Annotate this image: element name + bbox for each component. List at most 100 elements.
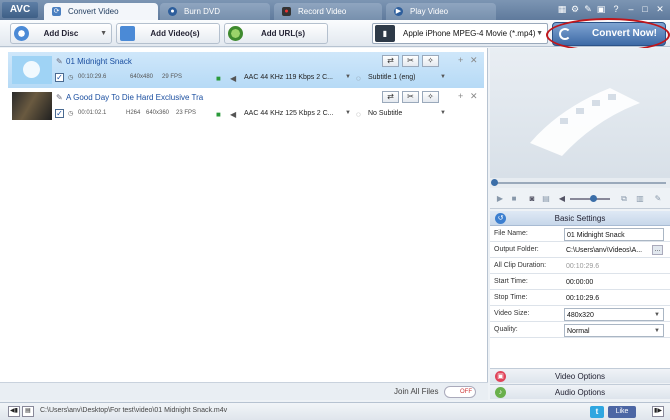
volume-knob[interactable] xyxy=(590,195,597,202)
scissors-icon[interactable]: ✂ xyxy=(402,55,419,67)
magic-wand-icon[interactable]: ✧ xyxy=(422,55,439,67)
setting-file-name: File Name: 01 Midnight Snack xyxy=(490,227,670,242)
speaker-icon: ◀ xyxy=(230,110,237,119)
snapshot-icon[interactable]: ⧉ xyxy=(618,193,630,205)
tab-play-video[interactable]: ▶ Play Video xyxy=(386,3,496,20)
facebook-like-button[interactable]: Like xyxy=(608,406,636,418)
folder-icon[interactable]: ▤ xyxy=(540,193,552,205)
status-bar: ◀▮ ▤ C:\Users\anv\Desktop\For test\video… xyxy=(0,402,670,420)
app-logo: AVC xyxy=(2,2,38,18)
wrench-icon[interactable]: ✎ xyxy=(583,4,593,15)
video-thumbnail xyxy=(12,56,52,84)
stop-icon[interactable]: ■ xyxy=(508,193,520,205)
subtitle-icon: ◌ xyxy=(356,110,361,119)
setting-stop-time: Stop Time: 00:10:29.6 xyxy=(490,291,670,306)
merge-icon[interactable]: ⇄ xyxy=(382,55,399,67)
wrench-icon[interactable]: ✎ xyxy=(652,193,664,205)
clock-icon: ◷ xyxy=(68,75,74,81)
file-resolution: 640x480 xyxy=(130,74,154,80)
join-all-files-label: Join All Files xyxy=(394,387,439,396)
setting-all-clip-duration: All Clip Duration: 00:10:29.6 xyxy=(490,259,670,274)
file-fps: 23 FPS xyxy=(176,110,197,116)
record-icon: ● xyxy=(282,7,291,16)
twitter-icon[interactable]: t xyxy=(590,406,604,418)
file-name-field[interactable]: 01 Midnight Snack xyxy=(564,228,664,241)
chevron-down-icon[interactable]: ▼ xyxy=(345,74,351,80)
close-icon[interactable]: ✕ xyxy=(655,4,665,15)
magic-wand-icon[interactable]: ✧ xyxy=(422,91,439,103)
pencil-icon[interactable]: ✎ xyxy=(56,93,63,102)
list-item[interactable]: ✎ 01 Midnight Snack ✓ ◷ 00:10:29.6 640x4… xyxy=(8,52,484,88)
maximize-icon[interactable]: □ xyxy=(640,4,650,15)
subtitle-select[interactable]: Subtitle 1 (eng) xyxy=(368,74,415,81)
file-checkbox[interactable]: ✓ xyxy=(55,109,64,118)
video-size-select[interactable]: 480x320 ▼ xyxy=(564,308,664,321)
play-icon: ▶ xyxy=(394,7,403,16)
video-options-bar[interactable]: ▣ Video Options xyxy=(490,368,670,383)
subtitle-select[interactable]: No Subtitle xyxy=(368,110,402,117)
clock-icon: ◷ xyxy=(68,111,74,117)
audio-track[interactable]: AAC 44 KHz 125 Kbps 2 C... xyxy=(244,110,334,117)
plus-icon[interactable]: + xyxy=(458,91,463,101)
audio-track-icon: ■ xyxy=(216,110,221,119)
collapse-right-icon[interactable]: ▮▶ xyxy=(652,406,664,417)
setting-video-size: Video Size: 480x320 ▼ xyxy=(490,307,670,322)
pencil-icon[interactable]: ✎ xyxy=(56,57,63,66)
list-item[interactable]: ✎ A Good Day To Die Hard Exclusive Tra ✓… xyxy=(8,88,484,124)
join-toggle[interactable]: OFF xyxy=(444,386,476,398)
add-urls-button[interactable]: Add URL(s) xyxy=(224,23,328,44)
seek-knob[interactable] xyxy=(491,179,498,186)
gear-icon[interactable]: ⚙ xyxy=(570,4,580,15)
tab-record-video[interactable]: ● Record Video xyxy=(274,3,382,20)
clip-duration-value: 00:10:29.6 xyxy=(566,263,600,270)
output-folder-field[interactable]: C:\Users\anv\Videos\A... … xyxy=(564,244,664,257)
audio-track-icon: ■ xyxy=(216,74,221,83)
file-checkbox[interactable]: ✓ xyxy=(55,73,64,82)
audio-track[interactable]: AAC 44 KHz 119 Kbps 2 C... xyxy=(244,74,333,81)
quality-select[interactable]: Normal ▼ xyxy=(564,324,664,337)
collapse-left-icon[interactable]: ◀▮ xyxy=(8,406,20,417)
plus-icon[interactable]: + xyxy=(458,55,463,65)
volume-icon[interactable]: ◀ xyxy=(556,193,568,205)
playback-controls: ▶ ■ ◙ ▤ ◀ ⧉ ▥ ✎ xyxy=(490,189,670,209)
file-codec: H264 xyxy=(126,110,141,116)
log-icon[interactable]: ▤ xyxy=(22,406,34,417)
seek-bar[interactable] xyxy=(490,178,670,188)
file-name[interactable]: 01 Midnight Snack xyxy=(66,57,132,66)
start-time-field[interactable]: 00:00:00 xyxy=(564,276,664,289)
film-reel-icon xyxy=(530,88,640,156)
basic-settings-panel: ↺ Basic Settings File Name: 01 Midnight … xyxy=(490,211,670,368)
chevron-down-icon[interactable]: ▼ xyxy=(345,110,351,116)
refresh-icon: ⟳ xyxy=(52,7,61,16)
add-disc-button[interactable]: Add Disc ▼ xyxy=(10,23,112,44)
stop-time-field[interactable]: 00:10:29.6 xyxy=(564,292,664,305)
play-icon[interactable]: ▶ xyxy=(494,193,506,205)
close-icon[interactable]: ✕ xyxy=(470,55,478,66)
scissors-icon[interactable]: ✂ xyxy=(402,91,419,103)
basic-settings-header[interactable]: ↺ Basic Settings xyxy=(490,211,670,226)
file-name[interactable]: A Good Day To Die Hard Exclusive Tra xyxy=(66,93,203,102)
merge-icon[interactable]: ⇄ xyxy=(382,91,399,103)
audio-options-bar[interactable]: ♪ Audio Options xyxy=(490,384,670,399)
title-bar: AVC ⟳ Convert Video ● Burn DVD ● Record … xyxy=(0,0,670,20)
chevron-down-icon: ▼ xyxy=(536,30,543,37)
grid-icon[interactable]: ▦ xyxy=(557,4,567,15)
chevron-down-icon[interactable]: ▼ xyxy=(440,74,446,80)
merge-icon[interactable]: ▥ xyxy=(634,193,646,205)
chevron-down-icon[interactable]: ▼ xyxy=(100,24,107,43)
output-profile-select[interactable]: ▮ Apple iPhone MPEG-4 Movie (*.mp4) ▼ xyxy=(372,23,548,44)
speaker-icon: ◀ xyxy=(230,74,237,83)
chevron-down-icon[interactable]: ▼ xyxy=(440,110,446,116)
camera-icon[interactable]: ◙ xyxy=(526,193,538,205)
setting-quality: Quality: Normal ▼ xyxy=(490,323,670,338)
close-icon[interactable]: ✕ xyxy=(470,91,478,102)
minimize-icon[interactable]: – xyxy=(626,4,636,15)
tab-convert-video[interactable]: ⟳ Convert Video xyxy=(44,3,158,20)
skin-icon[interactable]: ▣ xyxy=(596,4,606,15)
help-icon[interactable]: ? xyxy=(611,4,621,15)
video-thumbnail xyxy=(12,92,52,120)
add-videos-button[interactable]: Add Video(s) xyxy=(116,23,220,44)
browse-icon[interactable]: … xyxy=(652,245,663,255)
join-bar: Join All Files OFF xyxy=(0,382,488,400)
tab-burn-dvd[interactable]: ● Burn DVD xyxy=(160,3,270,20)
